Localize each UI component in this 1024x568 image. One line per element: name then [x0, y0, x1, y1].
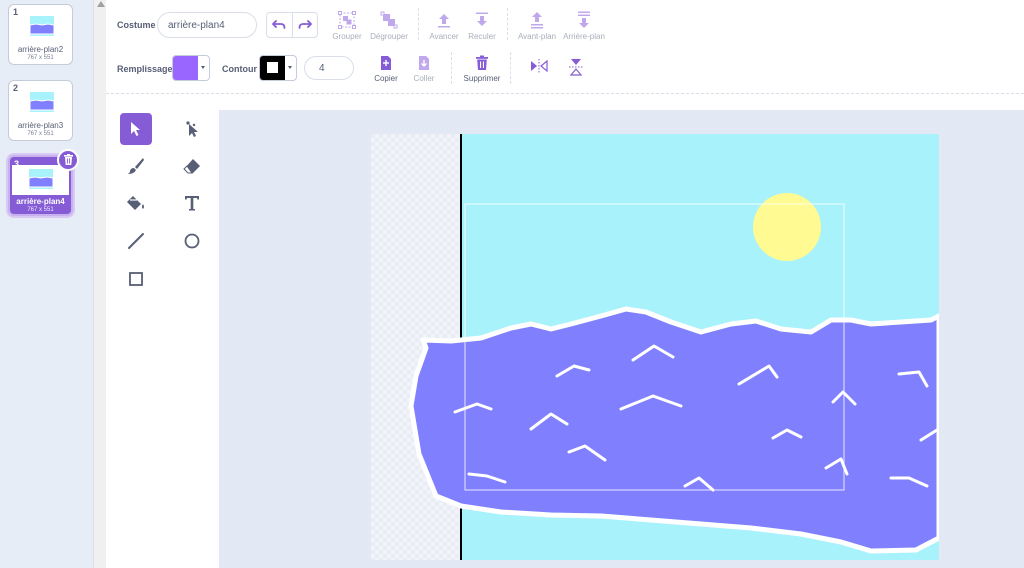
copy-icon	[381, 56, 391, 70]
bring-to-front-icon	[531, 12, 543, 29]
costume-thumbnail	[30, 92, 54, 112]
undo-icon	[272, 20, 286, 29]
backward-button[interactable]: Reculer	[456, 11, 508, 41]
eraser-tool[interactable]	[176, 150, 208, 182]
redo-icon	[298, 20, 312, 29]
toolbar-separator	[106, 93, 1024, 94]
delete-label: Supprimer	[463, 74, 501, 83]
select-tool[interactable]	[120, 113, 152, 145]
undo-button[interactable]	[267, 13, 292, 37]
text-tool[interactable]	[176, 187, 208, 219]
fill-color-swatch	[173, 56, 198, 80]
costume-tile-2[interactable]: 2 arrière-plan3 767 x 551	[8, 80, 73, 141]
line-icon	[128, 233, 144, 249]
flip-horizontal-icon	[531, 59, 548, 73]
costume-size: 767 x 551	[27, 131, 54, 137]
trash-icon	[63, 154, 73, 165]
toolbar-divider	[510, 52, 511, 84]
costume-list: 1 arrière-plan2 767 x 551 2 arrière-plan…	[0, 0, 94, 568]
costume-number: 1	[13, 7, 19, 17]
costume-size: 767 x 551	[27, 55, 54, 61]
ungroup-label: Dégrouper	[370, 32, 408, 41]
reshape-icon	[186, 121, 198, 137]
outline-color-picker[interactable]	[259, 55, 297, 81]
fill-tool[interactable]	[120, 187, 152, 219]
costume-tile-1[interactable]: 1 arrière-plan2 767 x 551	[8, 4, 73, 65]
outline-color-swatch	[260, 56, 285, 80]
costume-number: 2	[13, 83, 19, 93]
costume-thumbnail	[29, 169, 53, 189]
costume-name-input[interactable]	[157, 12, 257, 38]
costume-thumbnail-frame	[12, 165, 69, 195]
costume-name: arrière-plan4	[16, 197, 65, 206]
fill-color-picker[interactable]	[172, 55, 210, 81]
scrollbar[interactable]	[94, 0, 106, 568]
trash-icon	[476, 55, 488, 70]
costume-label: Costume	[117, 20, 156, 30]
rectangle-icon	[129, 272, 143, 286]
paint-canvas[interactable]	[371, 134, 939, 560]
chevron-down-icon	[288, 66, 292, 69]
backward-label: Reculer	[468, 32, 496, 41]
fill-label: Remplissage	[117, 64, 173, 74]
fill-icon	[127, 196, 144, 210]
text-icon	[185, 196, 199, 211]
ungroup-icon	[380, 11, 398, 29]
bring-to-front-button[interactable]: Avant-plan	[511, 11, 563, 41]
canvas-area[interactable]	[219, 110, 1024, 568]
scroll-up-arrow-icon[interactable]	[97, 1, 105, 7]
paste-label: Coller	[413, 74, 435, 83]
line-tool[interactable]	[120, 225, 152, 257]
circle-tool[interactable]	[176, 225, 208, 257]
rectangle-tool[interactable]	[120, 263, 152, 295]
redo-button[interactable]	[291, 13, 317, 37]
bring-to-front-label: Avant-plan	[517, 32, 557, 41]
costume-size: 767 x 551	[27, 207, 54, 213]
paste-icon	[419, 56, 429, 70]
outline-label: Contour	[222, 64, 257, 74]
ungroup-button[interactable]: Dégrouper	[363, 11, 415, 41]
brush-tool[interactable]	[120, 150, 152, 182]
chevron-down-icon	[201, 66, 205, 69]
group-icon	[338, 11, 356, 29]
costume-name: arrière-plan3	[17, 121, 64, 130]
circle-icon	[184, 233, 200, 249]
backward-icon	[476, 12, 488, 26]
costume-thumbnail	[30, 16, 54, 36]
send-to-back-button[interactable]: Arrière-plan	[558, 11, 610, 41]
toolbar-divider	[507, 8, 508, 40]
brush-icon	[128, 158, 144, 174]
costume-name: arrière-plan2	[17, 45, 64, 54]
paste-button[interactable]: Coller	[398, 55, 450, 83]
eraser-icon	[183, 159, 200, 174]
delete-button[interactable]: Supprimer	[456, 55, 508, 83]
flip-vertical-button[interactable]	[550, 57, 602, 77]
reshape-tool[interactable]	[176, 113, 208, 145]
sun-shape[interactable]	[753, 193, 821, 261]
flip-vertical-icon	[569, 59, 583, 76]
undo-redo-group	[266, 12, 318, 38]
toolbar-divider	[451, 52, 452, 84]
delete-costume-button[interactable]	[57, 149, 79, 171]
outline-width-input[interactable]	[304, 56, 354, 80]
select-icon	[131, 122, 140, 136]
forward-icon	[438, 14, 450, 28]
outline-swatch-inner	[267, 62, 278, 73]
send-to-back-icon	[578, 11, 590, 28]
send-to-back-label: Arrière-plan	[563, 32, 605, 41]
